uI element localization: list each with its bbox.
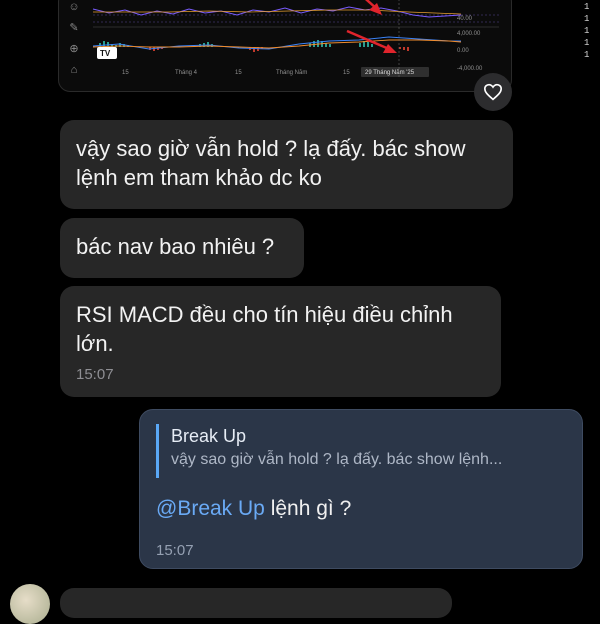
message-bubble[interactable]: RSI MACD đều cho tín hiệu điều chỉnh lớn… bbox=[60, 286, 501, 397]
x-tick: 15 bbox=[343, 70, 350, 76]
reply-body: lệnh gì ? bbox=[264, 497, 352, 520]
message-bubble[interactable]: vậy sao giờ vẫn hold ? lạ đấy. bác show … bbox=[60, 120, 513, 209]
like-button[interactable] bbox=[474, 73, 512, 111]
chart-image[interactable]: ☺ ✎ ⊕ ⌂ 15 Tháng 4 15 Tháng Năm 15 29 Th… bbox=[58, 0, 512, 92]
red-arrow-icon bbox=[364, 0, 382, 15]
reply-text: @Break Up lệnh gì ? bbox=[156, 494, 351, 524]
x-tick: 15 bbox=[122, 70, 129, 76]
y-label: 40.00 bbox=[457, 16, 473, 22]
message-text: RSI MACD đều cho tín hiệu điều chỉnh lớn… bbox=[76, 302, 453, 356]
x-tick: Tháng Năm bbox=[276, 70, 307, 76]
cropped-edge-text: 1 1 1 1 1 bbox=[584, 2, 590, 60]
message-time: 15:07 bbox=[156, 542, 194, 559]
message-time: 15:07 bbox=[76, 366, 114, 383]
svg-text:29 Tháng Năm '25: 29 Tháng Năm '25 bbox=[365, 70, 415, 76]
message-bubble[interactable] bbox=[60, 588, 452, 618]
heart-icon bbox=[483, 83, 503, 101]
svg-text:TV: TV bbox=[100, 49, 111, 58]
mention-link[interactable]: @Break Up bbox=[156, 497, 265, 520]
avatar[interactable] bbox=[10, 584, 50, 624]
reply-message-bubble[interactable]: Break Up vậy sao giờ vẫn hold ? lạ đấy. … bbox=[139, 409, 583, 569]
quoted-author: Break Up bbox=[171, 426, 247, 446]
date-badge: 29 Tháng Năm '25 bbox=[361, 67, 429, 77]
x-tick: Tháng 4 bbox=[175, 70, 198, 76]
y-label: -4,000.00 bbox=[457, 66, 483, 72]
quoted-text: vậy sao giờ vẫn hold ? lạ đấy. bác show … bbox=[171, 451, 503, 468]
quoted-message[interactable]: Break Up vậy sao giờ vẫn hold ? lạ đấy. … bbox=[156, 424, 566, 478]
message-text: vậy sao giờ vẫn hold ? lạ đấy. bác show … bbox=[76, 136, 466, 190]
y-label: 0.00 bbox=[457, 48, 469, 54]
tradingview-logo: TV bbox=[97, 47, 117, 59]
chart-plot: 15 Tháng 4 15 Tháng Năm 15 29 Tháng Năm … bbox=[92, 0, 499, 79]
y-label: 4,000.00 bbox=[457, 31, 481, 37]
x-tick: 15 bbox=[235, 70, 242, 76]
message-text: bác nav bao nhiêu ? bbox=[76, 234, 275, 259]
message-bubble[interactable]: bác nav bao nhiêu ? bbox=[60, 218, 304, 278]
